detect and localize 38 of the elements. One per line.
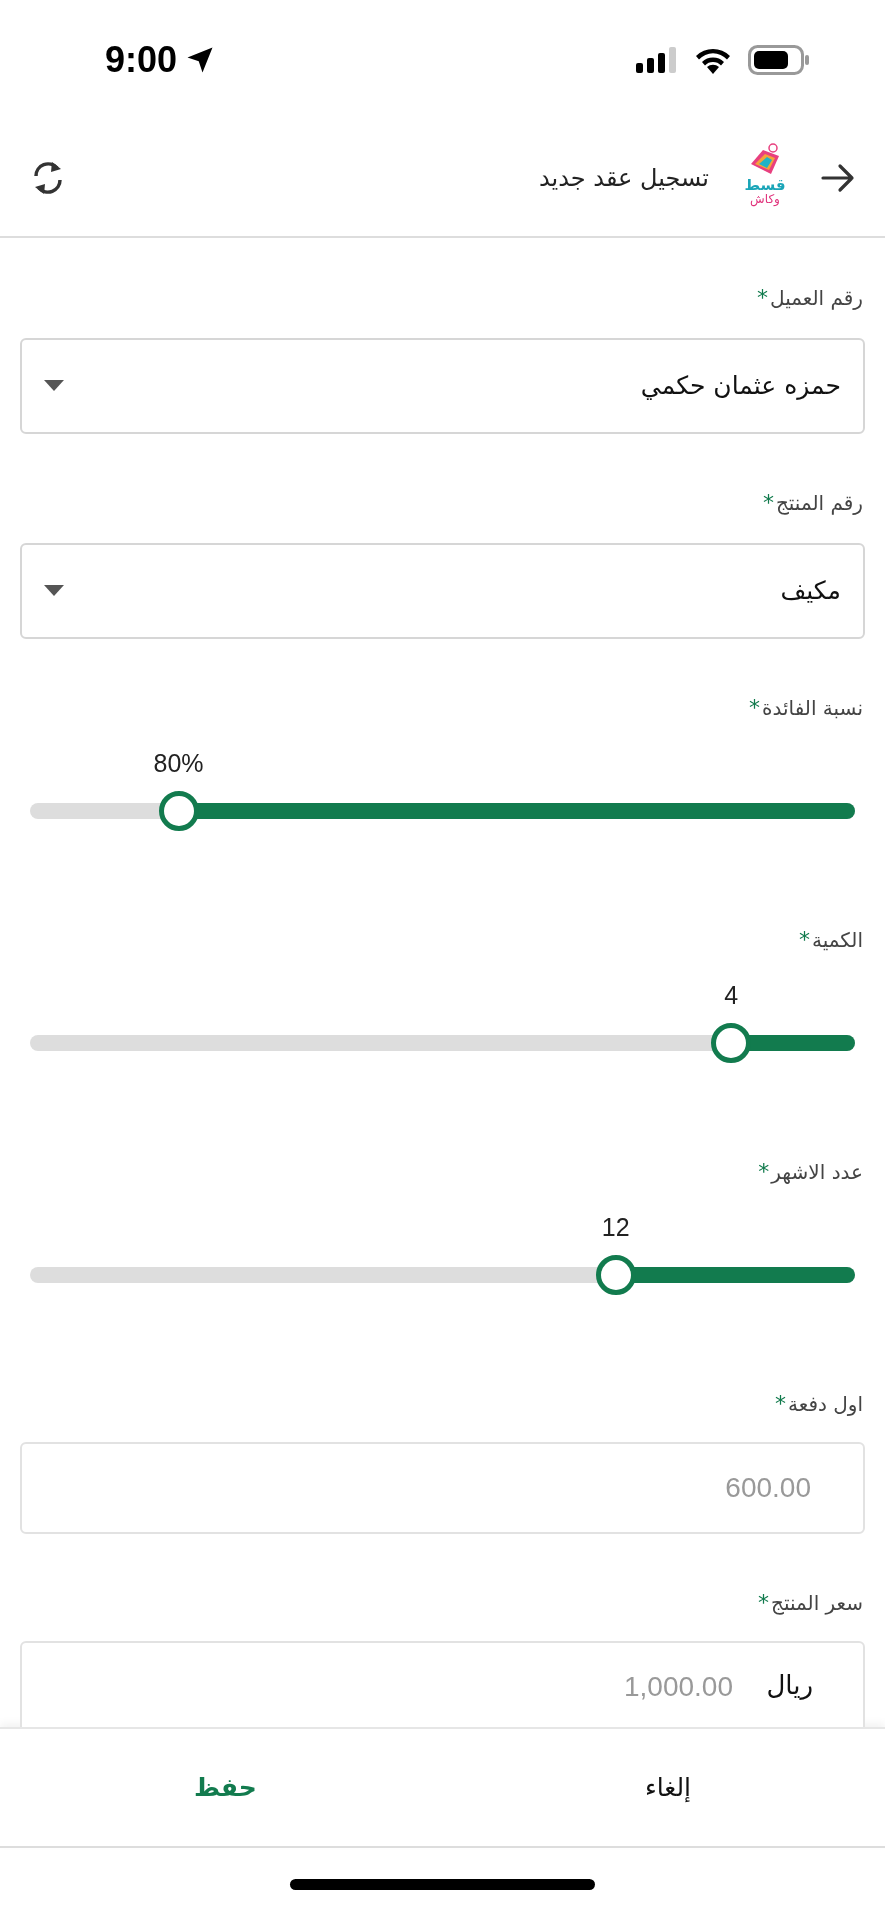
- required-asterisk: *: [758, 1159, 770, 1185]
- field-label: رقم المنتج: [775, 490, 863, 516]
- back-arrow-icon[interactable]: [821, 163, 855, 193]
- save-button[interactable]: حفظ: [174, 1758, 277, 1817]
- dropdown-field[interactable]: مكيف: [20, 543, 865, 639]
- slider-thumb[interactable]: [158, 791, 199, 831]
- wifi-icon: [694, 46, 732, 74]
- required-asterisk: *: [799, 927, 810, 953]
- input-field[interactable]: 600.00: [20, 1442, 865, 1534]
- caret-icon: [44, 585, 64, 597]
- field-label: نسبة الفائدة: [762, 695, 863, 721]
- slider-thumb[interactable]: [711, 1023, 752, 1063]
- required-asterisk: *: [775, 1391, 787, 1417]
- slider-value: 80%: [153, 748, 204, 779]
- slider[interactable]: [30, 1255, 855, 1295]
- required-asterisk: *: [749, 695, 761, 721]
- signal-icon: [636, 47, 678, 73]
- required-asterisk: *: [758, 1590, 769, 1616]
- page-title: تسجيل عقد جديد: [538, 163, 709, 194]
- field-label: اول دفعة: [788, 1391, 863, 1417]
- field-label: الكمية: [812, 927, 863, 953]
- cancel-button[interactable]: إلغاء: [624, 1758, 711, 1817]
- field-label: سعر المنتج: [771, 1590, 863, 1616]
- field-label: عدد الاشهر: [771, 1159, 863, 1185]
- caret-icon: [44, 380, 64, 392]
- field-label: رقم العميل: [770, 285, 863, 311]
- required-asterisk: *: [757, 285, 769, 311]
- battery-icon: [748, 45, 810, 75]
- dropdown-field[interactable]: حمزه عثمان حكمي: [20, 338, 865, 434]
- logo: قسط وكاش: [733, 142, 797, 214]
- slider-thumb[interactable]: [595, 1255, 636, 1295]
- slider-value: 12: [601, 1212, 630, 1243]
- currency-label: ريال: [766, 1669, 813, 1702]
- slider-value: 4: [724, 980, 739, 1011]
- required-asterisk: *: [762, 490, 774, 516]
- slider[interactable]: [30, 791, 855, 831]
- slider[interactable]: [30, 1023, 855, 1063]
- status-time: 9:00: [105, 38, 178, 82]
